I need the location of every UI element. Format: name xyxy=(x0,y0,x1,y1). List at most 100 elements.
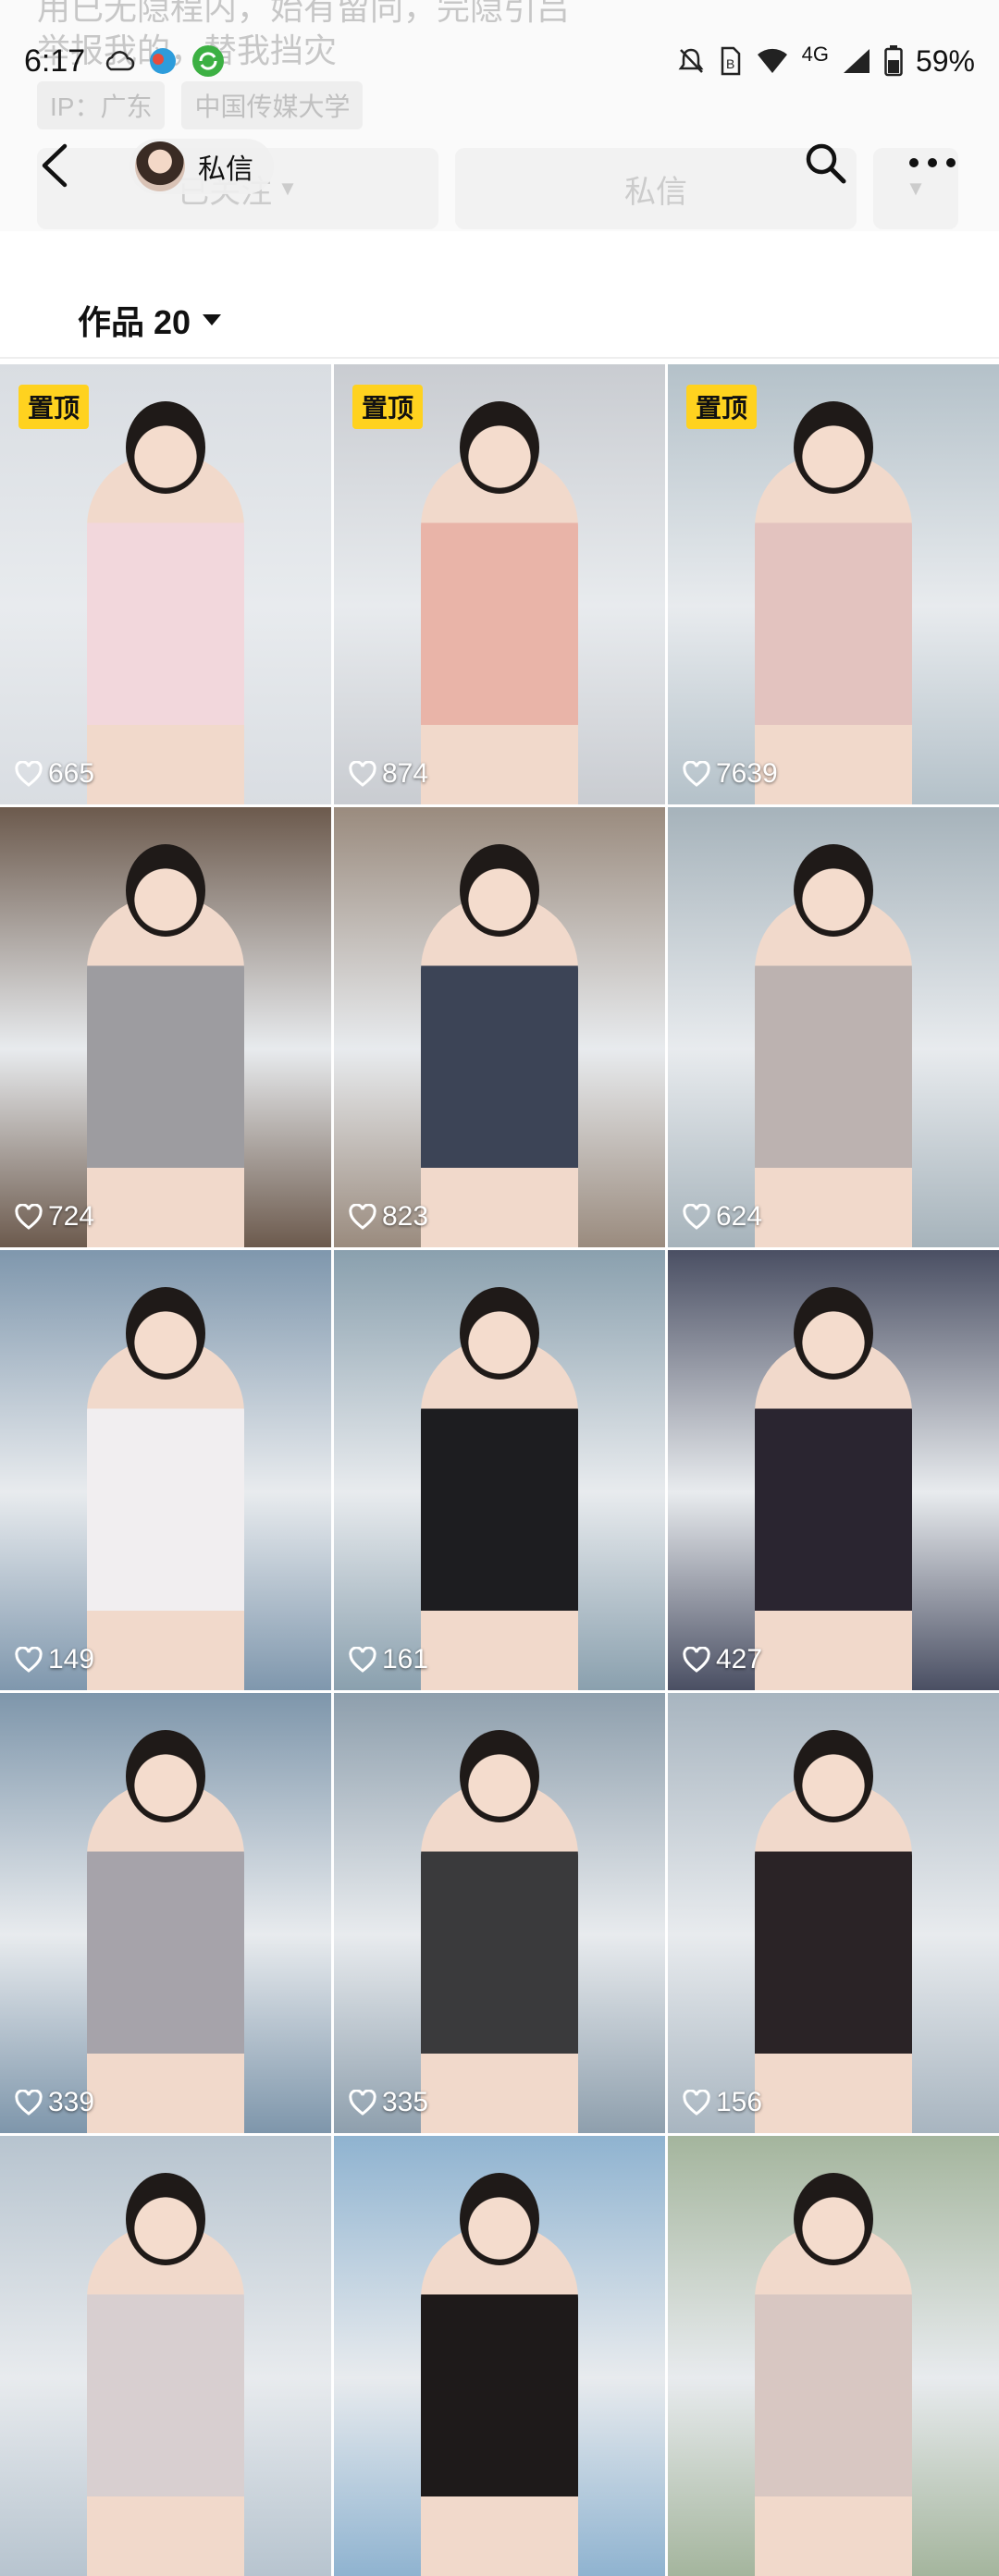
thumbnail-head xyxy=(126,844,205,937)
heart-icon xyxy=(683,1204,710,1230)
pinned-badge: 置顶 xyxy=(686,385,758,429)
video-tile[interactable]: 156 xyxy=(668,1693,999,2133)
thumbnail-head xyxy=(126,1287,205,1380)
thumbnail-figure xyxy=(755,2225,912,2576)
video-tile[interactable]: 339 xyxy=(0,1693,331,2133)
video-tile[interactable]: 置顶 7639 xyxy=(668,364,999,804)
thumbnail-head xyxy=(794,2173,873,2265)
like-count: 335 xyxy=(349,2087,428,2118)
video-tile[interactable]: 624 xyxy=(668,807,999,1247)
thumbnail-figure xyxy=(421,2225,578,2576)
thumbnail-figure xyxy=(87,2225,244,2576)
heart-icon xyxy=(683,2090,710,2116)
sync-icon xyxy=(192,45,225,77)
avatar xyxy=(135,141,185,191)
pinned-badge: 置顶 xyxy=(352,385,424,429)
wifi-icon xyxy=(757,48,787,73)
video-tile[interactable]: 161 xyxy=(334,1250,665,1690)
thumbnail-head xyxy=(794,401,873,494)
status-time: 6:17 xyxy=(24,43,86,79)
video-tile[interactable]: 427 xyxy=(668,1250,999,1690)
like-count-value: 339 xyxy=(48,2087,95,2117)
back-arrow-icon[interactable] xyxy=(37,142,70,189)
caret-down-icon xyxy=(203,314,222,325)
like-count: 156 xyxy=(683,2087,762,2118)
like-count-value: 665 xyxy=(48,758,95,789)
heart-icon xyxy=(15,1204,43,1230)
video-tile[interactable]: 149 xyxy=(0,1250,331,1690)
thumbnail-figure xyxy=(421,896,578,1247)
thumbnail-head xyxy=(460,401,539,494)
thumbnail-head xyxy=(794,1730,873,1822)
search-icon[interactable] xyxy=(803,141,847,185)
profile-header: 私信 xyxy=(0,129,999,203)
thumbnail-figure xyxy=(755,1339,912,1690)
like-count-value: 427 xyxy=(716,1644,763,1674)
cloud-icon xyxy=(106,51,135,71)
video-tile[interactable] xyxy=(0,2136,331,2576)
thumbnail-figure xyxy=(755,896,912,1247)
divider xyxy=(0,357,999,359)
message-user-chip[interactable]: 私信 xyxy=(130,139,274,194)
network-type: 4G xyxy=(801,43,829,66)
video-tile[interactable] xyxy=(668,2136,999,2576)
mute-icon xyxy=(678,48,704,73)
like-count-value: 624 xyxy=(716,1201,763,1232)
like-count: 161 xyxy=(349,1644,428,1675)
like-count-value: 7639 xyxy=(716,758,778,789)
thumbnail-head xyxy=(126,401,205,494)
like-count: 7639 xyxy=(683,758,778,790)
thumbnail-head xyxy=(460,1287,539,1380)
battery-percent: 59% xyxy=(915,43,975,78)
like-count: 339 xyxy=(15,2087,94,2118)
svg-text:B: B xyxy=(726,56,734,71)
works-tab[interactable]: 作品 20 xyxy=(78,296,222,344)
thumbnail-figure xyxy=(755,1782,912,2133)
thumbnail-figure xyxy=(87,896,244,1247)
thumbnail-figure xyxy=(87,1339,244,1690)
thumbnail-figure xyxy=(421,1782,578,2133)
heart-icon xyxy=(349,761,376,787)
works-tab-bar: 作品 20 xyxy=(0,268,999,361)
more-options-icon[interactable] xyxy=(906,153,958,172)
thumbnail-figure xyxy=(421,453,578,804)
like-count-value: 823 xyxy=(382,1201,429,1232)
video-tile[interactable]: 置顶 874 xyxy=(334,364,665,804)
video-tile[interactable]: 724 xyxy=(0,807,331,1247)
app-notification-icon xyxy=(150,48,177,74)
thumbnail-head xyxy=(460,2173,539,2265)
pinned-badge: 置顶 xyxy=(18,385,90,429)
like-count: 823 xyxy=(349,1201,428,1233)
thumbnail-figure xyxy=(421,1339,578,1690)
thumbnail-head xyxy=(460,1730,539,1822)
heart-icon xyxy=(15,1647,43,1673)
like-count: 624 xyxy=(683,1201,762,1233)
sim-card-icon: B xyxy=(721,46,740,76)
like-count-value: 161 xyxy=(382,1644,429,1674)
like-count-value: 149 xyxy=(48,1644,95,1674)
like-count-value: 156 xyxy=(716,2087,763,2117)
like-count: 665 xyxy=(15,758,94,790)
like-count-value: 724 xyxy=(48,1201,95,1232)
video-tile[interactable]: 置顶 665 xyxy=(0,364,331,804)
thumbnail-head xyxy=(460,844,539,937)
thumbnail-head xyxy=(794,844,873,937)
like-count: 149 xyxy=(15,1644,94,1675)
heart-icon xyxy=(349,1647,376,1673)
thumbnail-figure xyxy=(755,453,912,804)
video-grid: 置顶 665 置顶 874 置顶 7639 724 823 624 149 161 427 339 335… xyxy=(0,364,999,2576)
message-label: 私信 xyxy=(198,154,253,185)
signal-icon xyxy=(843,49,870,73)
thumbnail-head xyxy=(126,1730,205,1822)
heart-icon xyxy=(349,2090,376,2116)
heart-icon xyxy=(349,1204,376,1230)
video-tile[interactable] xyxy=(334,2136,665,2576)
video-tile[interactable]: 823 xyxy=(334,807,665,1247)
heart-icon xyxy=(15,761,43,787)
thumbnail-figure xyxy=(87,453,244,804)
thumbnail-head xyxy=(126,2173,205,2265)
battery-icon xyxy=(884,45,903,77)
video-tile[interactable]: 335 xyxy=(334,1693,665,2133)
works-count-label: 作品 20 xyxy=(78,303,191,341)
thumbnail-head xyxy=(794,1287,873,1380)
